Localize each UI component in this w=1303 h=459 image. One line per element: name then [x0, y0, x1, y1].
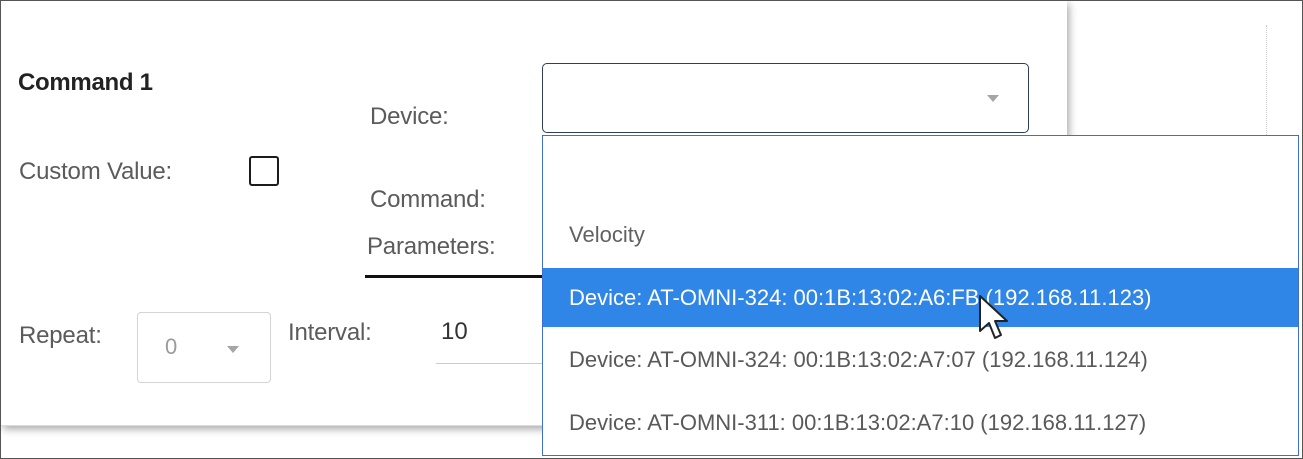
interval-underline — [436, 363, 542, 364]
dropdown-option-device[interactable]: Device: AT-OMNI-311: 00:1B:13:02:A7:10 (… — [543, 394, 1298, 452]
repeat-label: Repeat: — [19, 322, 102, 349]
parameters-underline — [365, 275, 545, 278]
parameters-label: Parameters: — [367, 233, 496, 260]
command-label: Command: — [370, 186, 486, 213]
app-frame: Command 1 Device: Custom Value: Command:… — [0, 0, 1303, 459]
chevron-down-icon — [227, 346, 239, 353]
device-label: Device: — [370, 103, 449, 130]
interval-input[interactable]: 10 — [441, 318, 468, 346]
chevron-down-icon — [987, 95, 999, 102]
command-title: Command 1 — [18, 69, 153, 96]
custom-value-label: Custom Value: — [19, 158, 173, 185]
dropdown-option-device[interactable]: Device: AT-OMNI-324: 00:1B:13:02:A6:FB (… — [543, 268, 1298, 327]
divider — [1266, 25, 1267, 135]
dropdown-option-empty[interactable] — [543, 148, 1298, 196]
dropdown-group-velocity: Velocity — [569, 222, 645, 247]
dropdown-option-device[interactable]: Device: AT-OMNI-324: 00:1B:13:02:A7:07 (… — [543, 331, 1298, 389]
repeat-value: 0 — [165, 334, 178, 359]
repeat-select[interactable]: 0 — [137, 312, 271, 383]
device-select[interactable] — [542, 63, 1029, 133]
interval-label: Interval: — [288, 319, 372, 346]
device-dropdown-list: Velocity Device: AT-OMNI-324: 00:1B:13:0… — [542, 135, 1299, 456]
custom-value-checkbox[interactable] — [249, 156, 279, 186]
